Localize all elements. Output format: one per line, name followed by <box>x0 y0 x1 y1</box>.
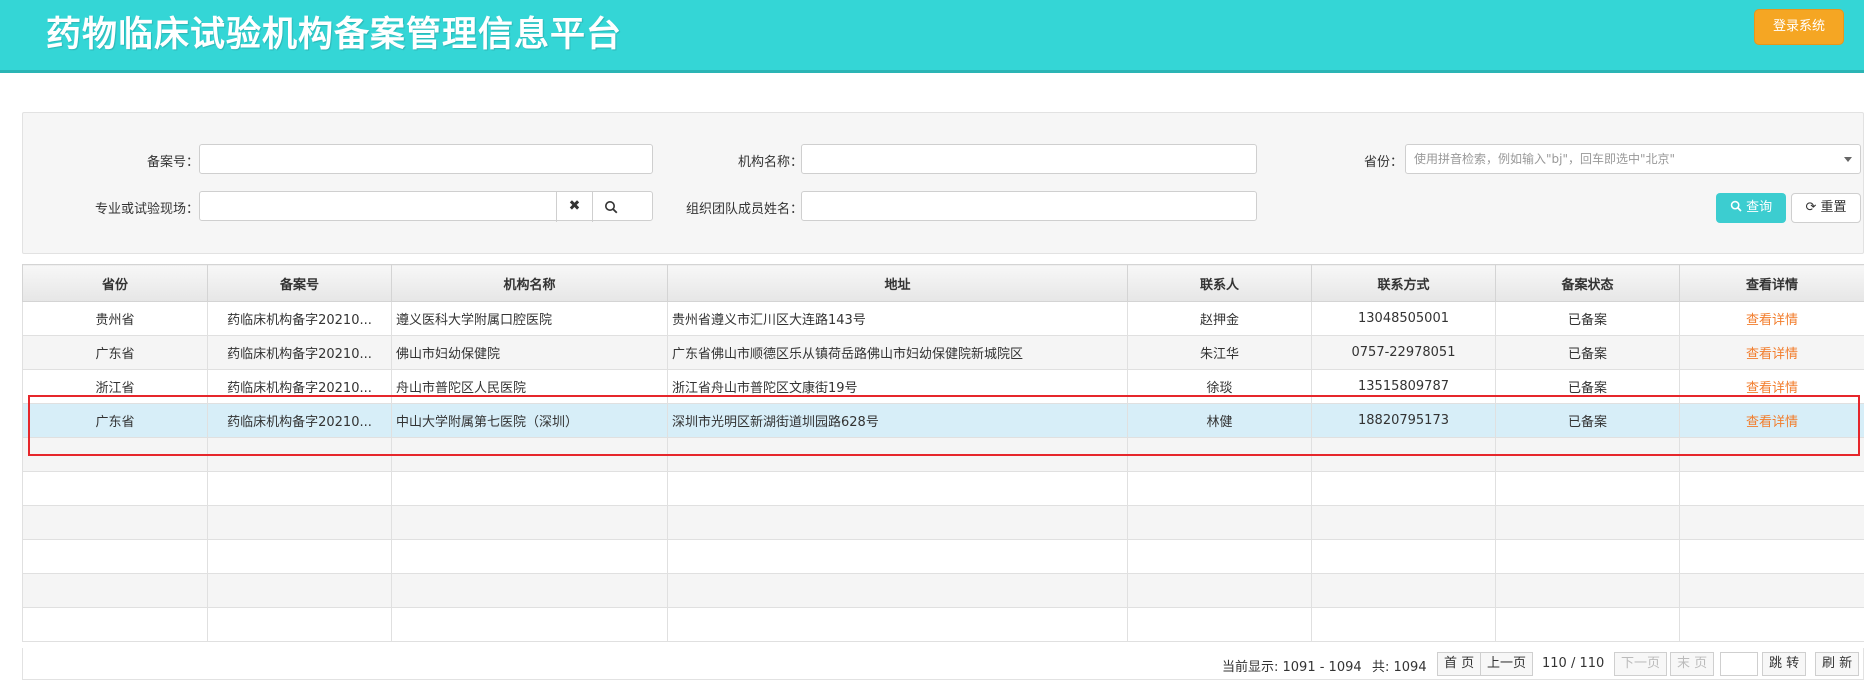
empty-row <box>22 539 1864 574</box>
pager-total: 共: 1094 <box>1372 660 1427 675</box>
table-row-selected[interactable]: 广东省 药临床机构备字20210... 中山大学附属第七医院（深圳） 深圳市光明… <box>22 403 1864 438</box>
reset-label: 重置 <box>1820 200 1847 215</box>
cell-province: 广东省 <box>22 403 208 438</box>
cell-org-name: 中山大学附属第七医院（深圳） <box>391 403 668 438</box>
cell-contact: 赵押金 <box>1127 301 1312 336</box>
prev-page-button[interactable]: 上一页 <box>1480 652 1534 676</box>
cell-record-no: 药临床机构备字20210... <box>207 369 392 404</box>
view-detail-link[interactable]: 查看详情 <box>1746 381 1798 396</box>
cell-province: 广东省 <box>22 335 208 370</box>
jump-button[interactable]: 跳 转 <box>1762 652 1807 676</box>
empty-row <box>22 607 1864 642</box>
empty-row <box>22 437 1864 472</box>
next-page-button[interactable]: 下一页 <box>1614 652 1668 676</box>
cell-province: 贵州省 <box>22 301 208 336</box>
cell-record-no: 药临床机构备字20210... <box>207 301 392 336</box>
cell-org-name: 遵义医科大学附属口腔医院 <box>391 301 668 336</box>
pager-page-info: 110 / 110 <box>1542 656 1605 671</box>
cell-address: 深圳市光明区新湖街道圳园路628号 <box>667 403 1128 438</box>
cell-province: 浙江省 <box>22 369 208 404</box>
cell-contact: 林健 <box>1127 403 1312 438</box>
column-header-org-name[interactable]: 机构名称 <box>391 264 668 302</box>
team-member-label: 组织团队成员姓名： <box>685 202 803 217</box>
empty-row <box>22 573 1864 608</box>
record-no-label: 备案号： <box>146 155 199 170</box>
table-header-row: 省份 备案号 机构名称 地址 联系人 联系方式 备案状态 查看详情 <box>22 264 1864 302</box>
org-name-input[interactable] <box>801 144 1257 174</box>
cell-address: 贵州省遵义市汇川区大连路143号 <box>667 301 1128 336</box>
page-jump-input[interactable] <box>1720 652 1758 676</box>
column-header-status[interactable]: 备案状态 <box>1495 264 1680 302</box>
login-button[interactable]: 登录系统 <box>1754 9 1844 45</box>
cell-status: 已备案 <box>1495 301 1680 336</box>
table-row[interactable]: 贵州省 药临床机构备字20210... 遵义医科大学附属口腔医院 贵州省遵义市汇… <box>22 301 1864 336</box>
search-panel: 备案号： 机构名称： 省份： 使用拼音检索，例如输入"bj"，回车即选中"北京"… <box>22 112 1864 254</box>
province-placeholder: 使用拼音检索，例如输入"bj"，回车即选中"北京" <box>1414 152 1676 166</box>
view-detail-link[interactable]: 查看详情 <box>1746 415 1798 430</box>
pager-current-display: 当前显示: 1091 - 1094 <box>1222 660 1362 675</box>
empty-row <box>22 505 1864 540</box>
top-header: 药物临床试验机构备案管理信息平台 登录系统 <box>0 0 1864 73</box>
org-name-label: 机构名称： <box>737 155 803 170</box>
column-header-address[interactable]: 地址 <box>667 264 1128 302</box>
record-no-input[interactable] <box>199 144 653 174</box>
reset-button[interactable]: ⟳ 重置 <box>1791 193 1861 223</box>
refresh-button[interactable]: 刷 新 <box>1815 652 1860 676</box>
app-title: 药物临床试验机构备案管理信息平台 <box>46 15 623 55</box>
cell-record-no: 药临床机构备字20210... <box>207 335 392 370</box>
cell-phone: 13515809787 <box>1311 369 1496 404</box>
results-table: 省份 备案号 机构名称 地址 联系人 联系方式 备案状态 查看详情 贵州省 药临… <box>22 264 1864 642</box>
view-detail-link[interactable]: 查看详情 <box>1746 347 1798 362</box>
team-member-input[interactable] <box>801 191 1257 221</box>
cell-phone: 0757-22978051 <box>1311 335 1496 370</box>
cell-record-no: 药临床机构备字20210... <box>207 403 392 438</box>
cell-phone: 18820795173 <box>1311 403 1496 438</box>
query-label: 查询 <box>1746 200 1773 215</box>
query-button[interactable]: 查询 <box>1716 193 1786 223</box>
cell-status: 已备案 <box>1495 403 1680 438</box>
cell-address: 浙江省舟山市普陀区文康街19号 <box>667 369 1128 404</box>
column-header-detail[interactable]: 查看详情 <box>1679 264 1864 302</box>
column-header-record-no[interactable]: 备案号 <box>207 264 392 302</box>
refresh-icon: ⟳ <box>1805 200 1817 215</box>
column-header-contact[interactable]: 联系人 <box>1127 264 1312 302</box>
table-row[interactable]: 浙江省 药临床机构备字20210... 舟山市普陀区人民医院 浙江省舟山市普陀区… <box>22 369 1864 404</box>
search-icon <box>604 201 617 214</box>
cell-contact: 朱江华 <box>1127 335 1312 370</box>
search-icon <box>1730 200 1742 212</box>
search-icon-button[interactable] <box>592 192 628 222</box>
cell-address: 广东省佛山市顺德区乐从镇荷岳路佛山市妇幼保健院新城院区 <box>667 335 1128 370</box>
cell-org-name: 佛山市妇幼保健院 <box>391 335 668 370</box>
province-select[interactable]: 使用拼音检索，例如输入"bj"，回车即选中"北京" <box>1405 144 1861 174</box>
cell-phone: 13048505001 <box>1311 301 1496 336</box>
specialty-label: 专业或试验现场： <box>94 202 199 217</box>
cell-contact: 徐琰 <box>1127 369 1312 404</box>
table-row[interactable]: 广东省 药临床机构备字20210... 佛山市妇幼保健院 广东省佛山市顺德区乐从… <box>22 335 1864 370</box>
specialty-input[interactable]: ✖ <box>199 191 653 222</box>
province-label: 省份： <box>1363 155 1403 170</box>
column-header-phone[interactable]: 联系方式 <box>1311 264 1496 302</box>
empty-row <box>22 471 1864 506</box>
last-page-button[interactable]: 末 页 <box>1670 652 1715 676</box>
cell-status: 已备案 <box>1495 369 1680 404</box>
cell-status: 已备案 <box>1495 335 1680 370</box>
chevron-down-icon <box>1844 157 1852 162</box>
view-detail-link[interactable]: 查看详情 <box>1746 313 1798 328</box>
clear-icon[interactable]: ✖ <box>556 192 592 222</box>
column-header-province[interactable]: 省份 <box>22 264 208 302</box>
first-page-button[interactable]: 首 页 <box>1437 652 1482 676</box>
cell-org-name: 舟山市普陀区人民医院 <box>391 369 668 404</box>
